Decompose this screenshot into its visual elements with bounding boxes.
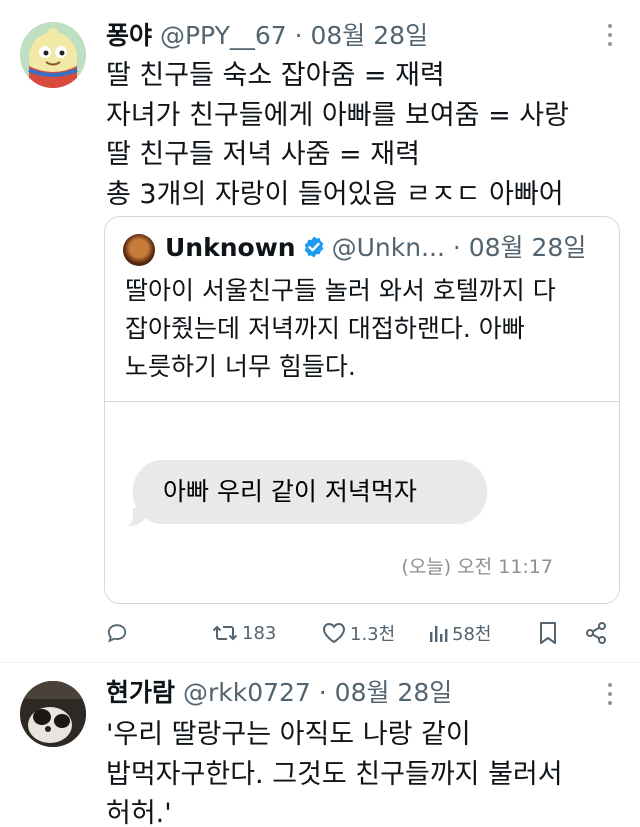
tweet-header: 퐁야 @PPY__67 · 08월 28일 <box>106 20 428 52</box>
quoted-text-line: 노릇하기 너무 힘들다. <box>125 352 356 381</box>
bookmark-icon <box>540 622 556 644</box>
views-button[interactable]: 58천 <box>428 618 491 648</box>
tweet-date[interactable]: 08월 28일 <box>311 21 429 50</box>
action-bar: 183 1.3천 58천 <box>0 612 640 656</box>
quoted-header: Unknown @Unkn... · 08월 28일 <box>165 231 586 265</box>
reply-button[interactable] <box>106 618 128 648</box>
avatar-image <box>20 681 86 747</box>
avatar-image <box>20 22 86 88</box>
tweet-text-line: 밥먹자구한다. 그것도 친구들까지 불러서 <box>106 758 563 790</box>
separator: · <box>310 678 335 707</box>
like-icon <box>322 622 346 644</box>
retweet-button[interactable]: 183 <box>212 618 276 648</box>
quoted-avatar[interactable] <box>123 234 155 266</box>
views-icon <box>430 626 448 642</box>
tweet-text-line: 허허.' <box>106 798 172 827</box>
verified-icon <box>304 236 323 258</box>
tweet-header: 현가람 @rkk0727 · 08월 28일 <box>106 677 452 709</box>
message-bubble: 아빠 우리 같이 저녁먹자 <box>133 460 487 524</box>
tweet-text: '우리 딸랑구는 아직도 나랑 같이 밥먹자구한다. 그것도 친구들까지 불러서… <box>106 715 563 827</box>
tweet-date[interactable]: 08월 28일 <box>335 678 453 707</box>
share-icon <box>586 622 606 644</box>
tweet-text-line: 총 3개의 자랑이 들어있음 ㄹㅈㄷ 아빠어 <box>106 178 564 210</box>
tweet-text-line: 자녀가 친구들에게 아빠를 보여줌 = 사랑 <box>106 99 569 131</box>
more-icon[interactable] <box>606 24 614 48</box>
quoted-text-line: 딸아이 서울친구들 놀러 와서 호텔까지 다 <box>125 276 556 305</box>
avatar[interactable] <box>20 22 86 88</box>
author-handle[interactable]: @PPY__67 <box>160 21 287 50</box>
tweet-text-line: '우리 딸랑구는 아직도 나랑 같이 <box>106 719 471 750</box>
views-count: 58천 <box>452 624 492 645</box>
retweet-count: 183 <box>242 622 277 644</box>
quoted-text: 딸아이 서울친구들 놀러 와서 호텔까지 다 잡아줬는데 저녁까지 대접하랜다.… <box>125 272 556 386</box>
like-count: 1.3천 <box>350 624 396 645</box>
avatar[interactable] <box>20 681 86 747</box>
quoted-author-name: Unknown <box>165 233 296 262</box>
quoted-tweet[interactable]: Unknown @Unkn... · 08월 28일 딸아이 서울친구들 놀러 와… <box>104 216 620 604</box>
separator: · <box>444 233 469 262</box>
share-button[interactable] <box>584 618 608 648</box>
quoted-author-handle: @Unkn... <box>331 233 445 262</box>
tweet[interactable]: 퐁야 @PPY__67 · 08월 28일 딸 친구들 숙소 잡아줌 = 재력 … <box>0 0 640 662</box>
retweet-icon <box>212 625 238 641</box>
tweet-text-line: 딸 친구들 저녁 사줌 = 재력 <box>106 139 420 170</box>
bookmark-button[interactable] <box>538 618 558 648</box>
reply-icon <box>107 624 127 643</box>
tweet[interactable]: 현가람 @rkk0727 · 08월 28일 '우리 딸랑구는 아직도 나랑 같… <box>0 662 640 827</box>
author-name[interactable]: 퐁야 <box>106 21 152 50</box>
tweet-text: 딸 친구들 숙소 잡아줌 = 재력 자녀가 친구들에게 아빠를 보여줌 = 사랑… <box>106 56 569 214</box>
quoted-date: 08월 28일 <box>468 233 587 262</box>
author-handle[interactable]: @rkk0727 <box>183 678 311 707</box>
message-timestamp: (오늘) 오전 11:17 <box>401 556 553 578</box>
more-icon[interactable] <box>606 683 614 707</box>
tweet-text-line: 딸 친구들 숙소 잡아줌 = 재력 <box>106 60 445 91</box>
separator: · <box>286 21 311 50</box>
like-button[interactable]: 1.3천 <box>322 618 395 648</box>
quoted-text-line: 잡아줬는데 저녁까지 대접하랜다. 아빠 <box>125 314 525 343</box>
quoted-media-image[interactable]: 아빠 우리 같이 저녁먹자 (오늘) 오전 11:17 <box>105 401 619 603</box>
author-name[interactable]: 현가람 <box>106 678 175 707</box>
